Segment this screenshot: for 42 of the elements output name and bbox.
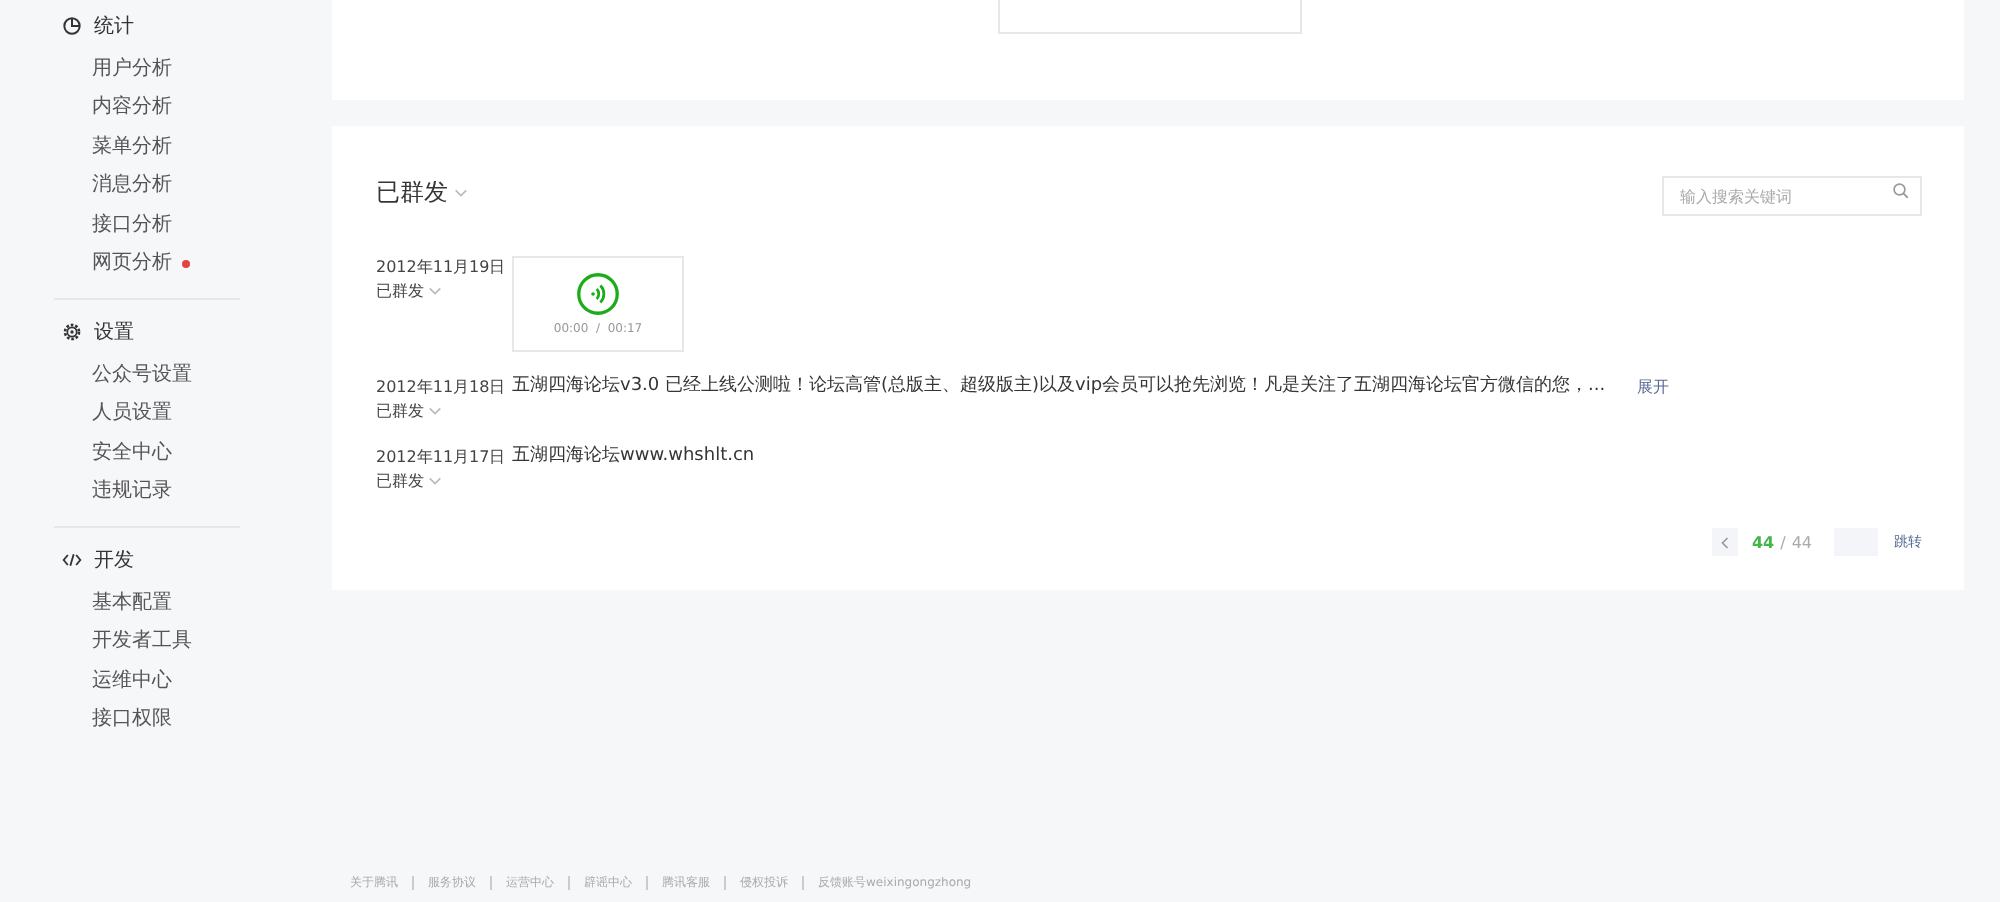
pie-chart-icon [62, 16, 82, 36]
sidebar-item[interactable]: 开发者工具 [92, 630, 192, 655]
caret-icon [428, 476, 442, 486]
caret-icon [454, 188, 468, 198]
sidebar-item[interactable]: 违规记录 [92, 480, 172, 505]
sidebar-item[interactable]: 接口分析 [92, 213, 172, 238]
sidebar-item[interactable]: 用户分析 [92, 57, 172, 82]
message-text: 五湖四海论坛www.whshlt.cn [512, 446, 755, 468]
sidebar-item[interactable]: 人员设置 [92, 402, 172, 427]
chevron-left-icon [1719, 535, 1730, 549]
message-text: 五湖四海论坛v3.0 已经上线公测啦！论坛高管(总版主、超级版主)以及vip会员可以抢先浏览！凡是关注了五湖四海论坛官方微信的您，... [512, 376, 1606, 398]
expand-link[interactable]: 展开 [1637, 376, 1670, 398]
audio-icon [576, 272, 620, 316]
sidebar-section-title: 统计 [94, 13, 134, 40]
settings-icon [62, 322, 82, 342]
sidebar-item[interactable]: 安全中心 [92, 441, 172, 466]
sidebar-item[interactable]: 网页分析 [92, 252, 172, 277]
status-dropdown[interactable]: 已群发 [376, 470, 512, 492]
current-page: 44 [1751, 533, 1775, 551]
filter-dropdown[interactable]: 已群发 [376, 176, 468, 210]
sidebar-item[interactable]: 公众号设置 [92, 363, 192, 388]
message-date: 2012年11月17日 [376, 446, 508, 468]
message-date: 2012年11月19日 [376, 256, 508, 278]
message-date: 2012年11月18日 [376, 376, 508, 398]
status-dropdown[interactable]: 已群发 [376, 280, 512, 302]
caret-icon [428, 406, 442, 416]
caret-icon [428, 286, 442, 296]
sidebar-item[interactable]: 接口权限 [92, 708, 172, 733]
previous-page-button[interactable] [1711, 528, 1738, 556]
total-pages: 44 [1791, 533, 1812, 551]
sidebar-item[interactable]: 菜单分析 [92, 135, 172, 160]
search-field[interactable]: 输入搜索关键词 [1662, 176, 1922, 216]
sidebar-section-title: 设置 [94, 319, 134, 346]
sidebar-item[interactable]: 内容分析 [92, 96, 172, 121]
page-separator: / [1780, 533, 1786, 551]
sidebar-item[interactable]: 运维中心 [92, 669, 172, 694]
search-icon [1892, 182, 1910, 200]
sidebar-section-title: 开发 [94, 548, 134, 574]
sidebar-item[interactable]: 消息分析 [92, 174, 172, 199]
sidebar-item[interactable]: 基本配置 [92, 591, 172, 616]
code-icon [62, 550, 82, 570]
status-dropdown[interactable]: 已群发 [376, 400, 512, 422]
